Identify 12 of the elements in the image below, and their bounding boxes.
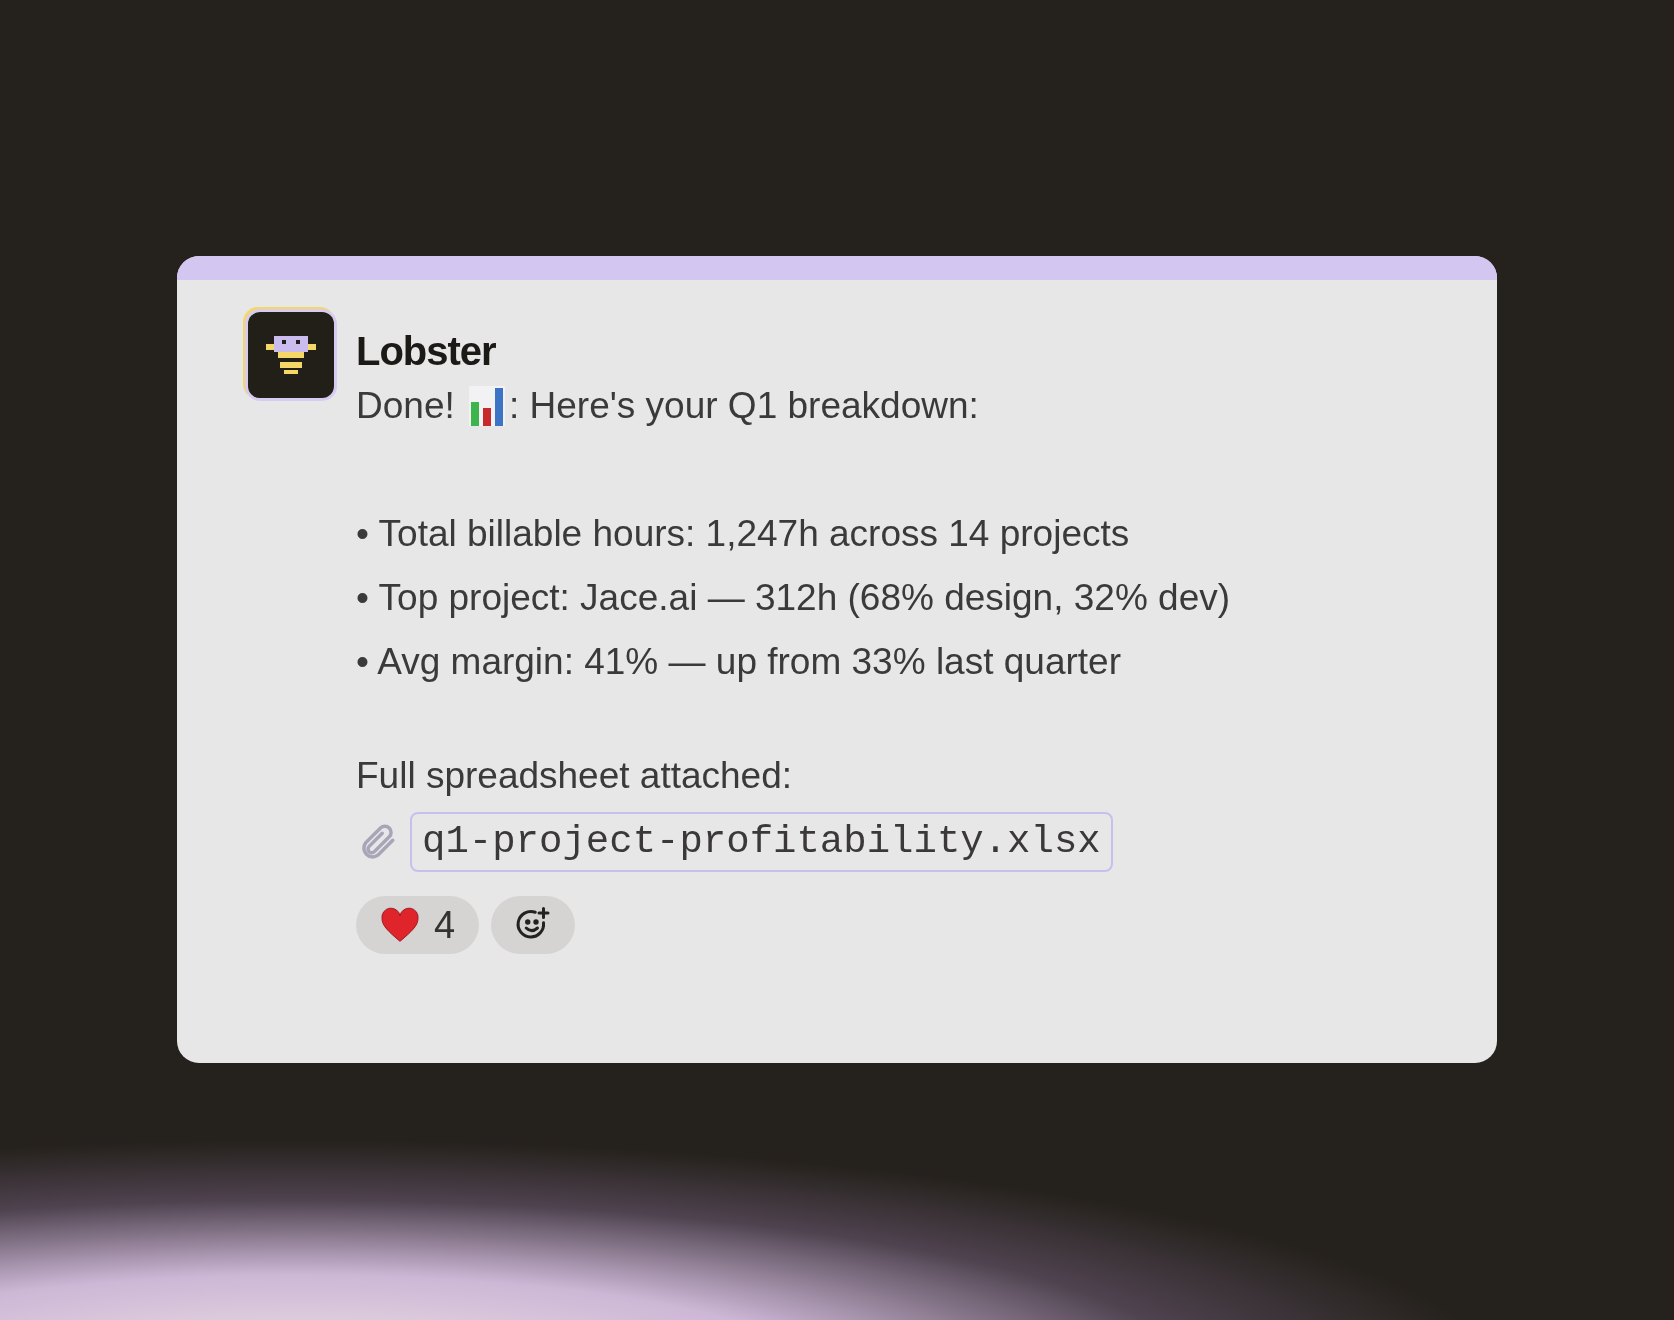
heart-icon: [380, 907, 420, 943]
bullet-line: • Total billable hours: 1,247h across 14 projects: [356, 512, 1130, 556]
message-text: Done!: [356, 384, 455, 428]
file-link[interactable]: q1-project-profitability.xlsx: [410, 812, 1113, 872]
author-name: Lobster: [356, 328, 496, 374]
message-text: : Here's your Q1 breakdown:: [509, 384, 979, 428]
message-text: Full spreadsheet attached:: [356, 754, 793, 798]
bar-chart-icon: [469, 386, 505, 426]
bullet-line: • Avg margin: 41% — up from 33% last quarter: [356, 640, 1121, 684]
bullet-line: • Top project: Jace.ai — 312h (68% design, 32% dev): [356, 576, 1231, 620]
bee-icon: [266, 334, 316, 376]
reaction-button[interactable]: 4: [356, 896, 480, 954]
